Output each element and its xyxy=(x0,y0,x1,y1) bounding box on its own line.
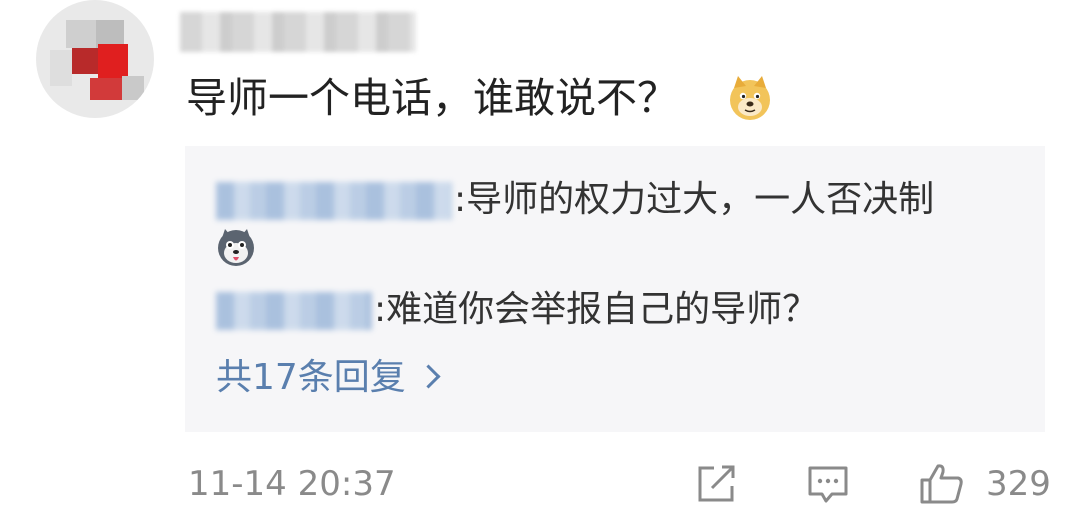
like-count: 329 xyxy=(986,464,1051,504)
reply-item[interactable]: :导师的权力过大，一人否决制 xyxy=(216,176,934,224)
avatar-pixel xyxy=(90,78,122,100)
avatar[interactable] xyxy=(36,0,154,118)
avatar-pixel xyxy=(72,48,98,74)
timestamp: 11-14 20:37 xyxy=(188,464,396,504)
avatar-pixel xyxy=(98,44,128,78)
doge-emoji-icon xyxy=(730,76,770,120)
comment-bubble-icon[interactable] xyxy=(804,460,852,508)
reply-text: :导师的权力过大，一人否决制 xyxy=(454,179,935,220)
avatar-pixel xyxy=(122,76,144,100)
reply-author-blurred xyxy=(216,292,372,330)
reply-item[interactable]: :难道你会举报自己的导师？ xyxy=(216,286,818,334)
more-replies-link[interactable]: 共17条回复 xyxy=(216,354,441,402)
more-replies-label: 共17条回复 xyxy=(216,357,406,398)
comment-text: 导师一个电话，谁敢说不？ xyxy=(186,74,678,122)
thumbs-up-icon[interactable] xyxy=(918,460,966,508)
chevron-right-icon xyxy=(416,364,441,389)
edit-share-icon[interactable] xyxy=(692,460,740,508)
reply-text: :难道你会举报自己的导师？ xyxy=(374,289,819,330)
username-blurred[interactable] xyxy=(180,12,416,52)
avatar-pixel xyxy=(50,50,72,86)
reply-author-blurred xyxy=(216,182,452,220)
avatar-pixel xyxy=(66,20,96,48)
husky-emoji-icon xyxy=(218,229,254,266)
